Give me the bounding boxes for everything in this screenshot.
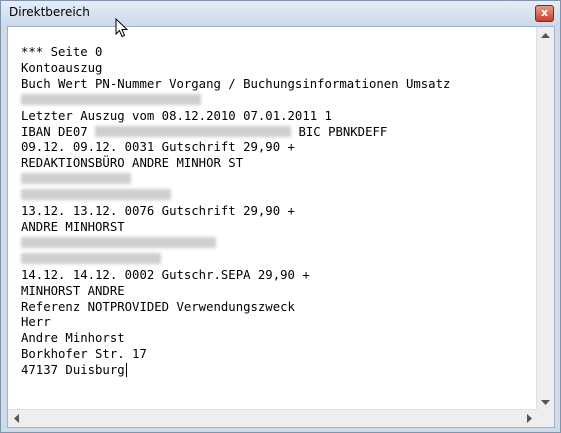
direktbereich-window: Direktbereich x *** Seite 0 Kontoauszug Bu… [0,0,561,433]
immediate-window-pane: *** Seite 0 Kontoauszug Buch Wert PN-Numme… [7,26,555,428]
line-text: Herr [21,315,51,330]
output-line: MINHORST ANDRE [21,284,450,300]
line-text: Kontoauszug [21,60,103,75]
output-line: *** Seite 0 [21,45,450,61]
scroll-right-button[interactable] [520,410,537,427]
output-line: Letzter Auszug vom 08.12.2010 07.01.2011… [21,109,450,125]
redacted-text [95,125,292,137]
vertical-scrollbar[interactable] [536,27,554,410]
output-line: Borkhofer Str. 17 [21,347,450,363]
output-line: 09.12. 09.12. 0031 Gutschrift 29,90 + [21,140,450,156]
output-line [21,188,450,204]
output-line: REDAKTIONSBÜRO ANDRE MINHOR ST [21,156,450,172]
line-text: MINHORST ANDRE [21,283,125,298]
redacted-text [21,252,161,264]
line-text: 47137 Duisburg [21,363,125,378]
line-text: 14.12. 14.12. 0002 Gutschr.SEPA 29,90 + [21,267,310,282]
line-text: 09.12. 09.12. 0031 Gutschrift 29,90 + [21,140,295,155]
redacted-text [21,236,216,248]
output-line [21,236,450,252]
scroll-down-button[interactable] [537,393,554,410]
output-line: Referenz NOTPROVIDED Verwendungszweck [21,300,450,316]
close-button[interactable]: x [535,5,554,22]
scrollbar-corner [537,410,554,427]
output-lines: *** Seite 0 Kontoauszug Buch Wert PN-Numme… [21,45,450,379]
arrow-right-icon [526,414,532,423]
mouse-pointer-icon [115,18,129,38]
line-text: REDAKTIONSBÜRO ANDRE MINHOR ST [21,156,244,171]
output-line: 47137 Duisburg [21,363,450,379]
line-text: Letzter Auszug vom 08.12.2010 07.01.2011… [21,108,332,123]
title-bar[interactable]: Direktbereich x [1,1,560,25]
line-text: Andre Minhorst [21,331,125,346]
output-line: IBAN DE07 BIC PBNKDEFF [21,125,450,141]
output-line [21,252,450,268]
output-line: Andre Minhorst [21,331,450,347]
scroll-left-button[interactable] [8,410,25,427]
scroll-up-button[interactable] [537,27,554,44]
redacted-text [21,93,201,105]
line-text: BIC PBNKDEFF [291,124,388,139]
redacted-text [21,189,171,201]
window-title: Direktbereich [9,5,90,19]
output-text-area[interactable]: *** Seite 0 Kontoauszug Buch Wert PN-Numme… [8,27,537,410]
line-text: Borkhofer Str. 17 [21,347,147,362]
line-text: Referenz NOTPROVIDED Verwendungszweck [21,299,295,314]
line-text: Buch Wert PN-Nummer Vorgang / Buchungsin… [21,76,451,91]
line-text: IBAN DE07 [21,124,96,139]
line-text: ANDRE MINHORST [21,219,125,234]
redacted-text [21,173,131,185]
output-line: ANDRE MINHORST [21,220,450,236]
horizontal-scrollbar[interactable] [8,409,537,427]
line-text: *** Seite 0 [21,45,103,59]
output-line [21,93,450,109]
arrow-down-icon [541,399,550,405]
output-line [21,172,450,188]
output-line: 14.12. 14.12. 0002 Gutschr.SEPA 29,90 + [21,268,450,284]
output-line: Kontoauszug [21,61,450,77]
output-line: Herr [21,315,450,331]
output-line: Buch Wert PN-Nummer Vorgang / Buchungsin… [21,77,450,93]
arrow-up-icon [541,32,550,38]
arrow-left-icon [13,414,19,423]
output-line: 13.12. 13.12. 0076 Gutschrift 29,90 + [21,204,450,220]
close-icon: x [540,6,549,19]
text-caret [125,363,127,378]
line-text: 13.12. 13.12. 0076 Gutschrift 29,90 + [21,204,295,219]
